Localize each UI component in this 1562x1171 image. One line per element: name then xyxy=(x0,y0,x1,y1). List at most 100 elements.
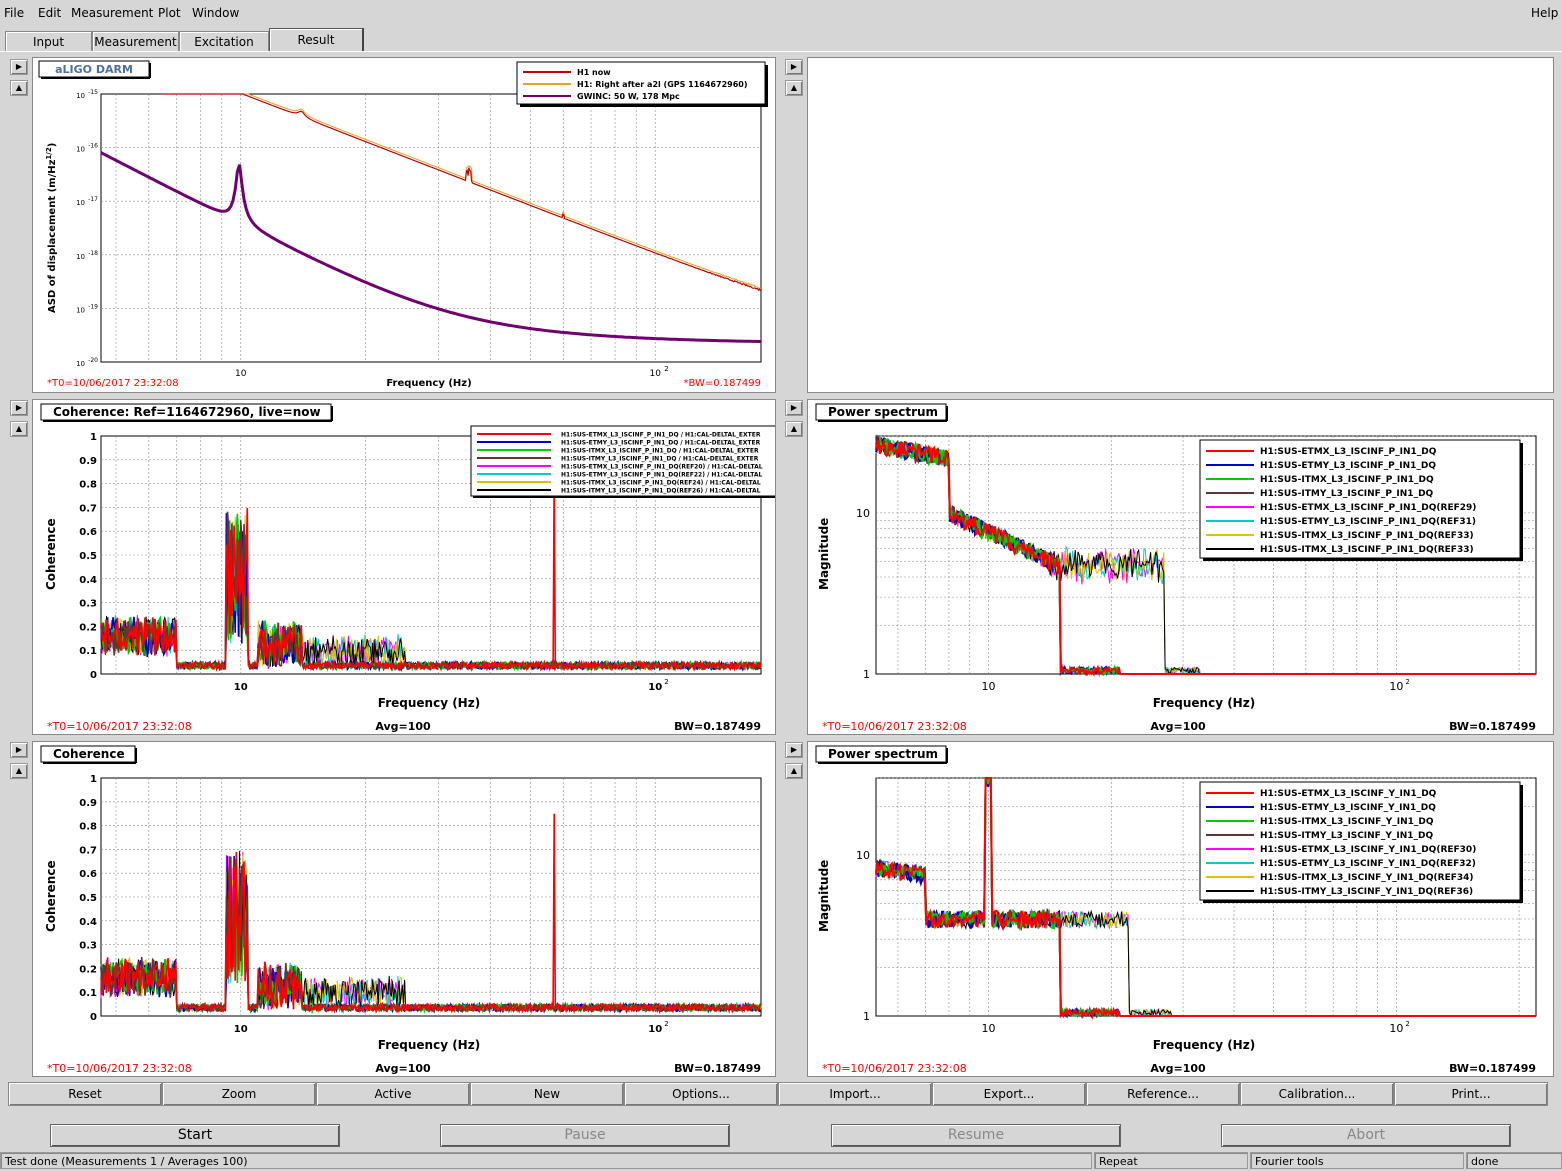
tab-excitation[interactable]: Excitation xyxy=(179,31,269,52)
legend-entry: H1:SUS-ITMY_L3_ISCINF_P_IN1_DQ(REF26) / … xyxy=(561,488,761,495)
legend-entry: H1:SUS-ITMY_L3_ISCINF_Y_IN1_DQ(REF36) xyxy=(1260,887,1473,897)
avg-label: Avg=100 xyxy=(1150,1062,1206,1075)
y-tick-exponent: -20 xyxy=(88,357,98,364)
legend-entry: H1:SUS-ETMX_L3_ISCINF_P_IN1_DQ / H1:CAL-… xyxy=(561,432,761,439)
legend-entry: H1 now xyxy=(577,68,611,77)
avg-label: Avg=100 xyxy=(1150,720,1206,733)
tab-measurement[interactable]: Measurement xyxy=(92,31,179,52)
pad4-prev-button[interactable]: ▲ xyxy=(785,421,803,437)
power-yaw-plot: 10110 10 2MagnitudeFrequency (Hz)*T0=10/06… xyxy=(815,745,1537,1075)
y-axis-label-end: ) xyxy=(47,143,58,148)
print-button[interactable]: Print... xyxy=(1394,1082,1548,1106)
coherence-pitch-plot: 10.90.80.70.60.50.40.30.20.1010 10 2Cohere… xyxy=(40,403,778,733)
legend-entry: H1:SUS-ETMY_L3_ISCINF_P_IN1_DQ / H1:CAL-… xyxy=(561,440,761,447)
panel-title: Coherence xyxy=(53,747,125,761)
y-tick-label: 0.8 xyxy=(79,822,97,833)
pad5-prev-button[interactable]: ▲ xyxy=(10,763,28,779)
pad2-prev-button[interactable]: ▲ xyxy=(785,80,803,96)
status-repeat: Repeat xyxy=(1094,1152,1248,1169)
pad-power-pitch[interactable]: 10 1 10 10 2 Magnitude Frequency (Hz) *T0=10/06… xyxy=(807,399,1554,735)
x-tick-label: 10 xyxy=(648,1024,662,1035)
menu-measurement[interactable]: Measurement xyxy=(71,6,153,20)
x-tick-exponent: 2 xyxy=(664,678,668,686)
calibration-button[interactable]: Calibration... xyxy=(1240,1082,1394,1106)
reference-button[interactable]: Reference... xyxy=(1086,1082,1240,1106)
y-tick-label: 0.5 xyxy=(79,893,97,904)
x-axis-label: Frequency (Hz) xyxy=(386,378,471,389)
abort-button[interactable]: Abort xyxy=(1221,1124,1511,1147)
t0-label: *T0=10/06/2017 23:32:08 xyxy=(822,720,967,733)
import-button[interactable]: Import... xyxy=(778,1082,932,1106)
y-tick-label: 0.7 xyxy=(79,845,97,856)
pad1-prev-button[interactable]: ▲ xyxy=(10,80,28,96)
export-button[interactable]: Export... xyxy=(932,1082,1086,1106)
t0-label: *T0=10/06/2017 23:32:08 xyxy=(47,378,179,389)
options-button[interactable]: Options... xyxy=(624,1082,778,1106)
menu-edit[interactable]: Edit xyxy=(38,6,61,20)
pad4-next-button[interactable]: ▶ xyxy=(785,400,803,416)
x-axis-label: Frequency (Hz) xyxy=(1153,696,1255,710)
pad5-next-button[interactable]: ▶ xyxy=(10,742,28,758)
pause-button[interactable]: Pause xyxy=(440,1124,730,1147)
x-tick-label: 10 xyxy=(1389,680,1403,693)
menu-file[interactable]: File xyxy=(4,6,24,20)
pad1-next-button[interactable]: ▶ xyxy=(10,59,28,75)
t0-label: *T0=10/06/2017 23:32:08 xyxy=(822,1062,967,1075)
y-tick-label: 0.7 xyxy=(79,503,97,514)
x-tick-label: 10 xyxy=(981,1022,995,1035)
legend-entry: H1:SUS-ETMX_L3_ISCINF_Y_IN1_DQ xyxy=(1260,789,1437,799)
status-message: Test done (Measurements 1 / Averages 100… xyxy=(0,1152,1092,1169)
new-button[interactable]: New xyxy=(470,1082,624,1106)
panel-title: Coherence: Ref=1164672960, live=now xyxy=(53,405,321,419)
reset-button[interactable]: Reset xyxy=(8,1082,162,1106)
coherence-yaw-plot: 10.90.80.70.60.50.40.30.20.1010 10 2Cohere… xyxy=(40,745,762,1075)
pad3-prev-button[interactable]: ▲ xyxy=(10,421,28,437)
pad3-next-button[interactable]: ▶ xyxy=(10,400,28,416)
y-tick-label: 0.8 xyxy=(79,480,97,491)
menu-help[interactable]: Help xyxy=(1531,6,1558,20)
pad-power-yaw[interactable]: 10 1 10 10 2 Magnitude Frequency (Hz) *T0=10/06… xyxy=(807,741,1554,1077)
y-tick-label: 0.6 xyxy=(79,869,97,880)
legend-entry: H1:SUS-ETMX_L3_ISCINF_P_IN1_DQ(REF29) xyxy=(1260,503,1476,513)
y-axis-label: ASD of displacement (m/Hz1/2) xyxy=(45,143,58,313)
resume-button[interactable]: Resume xyxy=(831,1124,1121,1147)
zoom-button[interactable]: Zoom xyxy=(162,1082,316,1106)
bw-label: *BW=0.187499 xyxy=(684,378,762,389)
pad6-next-button[interactable]: ▶ xyxy=(785,742,803,758)
x-tick-label: 10 xyxy=(234,682,248,693)
y-tick-label: 10 xyxy=(76,360,85,368)
y-tick-label: 0.3 xyxy=(79,941,97,952)
y-tick-exponent: -18 xyxy=(88,250,98,257)
x-tick-label: 10 xyxy=(649,369,661,379)
y-axis-label-sup: 1/2 xyxy=(45,147,53,159)
legend-entry: H1:SUS-ETMX_L3_ISCINF_P_IN1_DQ(REF20) / … xyxy=(561,464,763,471)
y-tick-label: 0.4 xyxy=(79,917,97,928)
y-tick-label: 0 xyxy=(90,670,97,681)
y-tick-exponent: -16 xyxy=(88,143,98,150)
pad-empty[interactable] xyxy=(807,57,1554,393)
active-button[interactable]: Active xyxy=(316,1082,470,1106)
x-tick-exponent: 2 xyxy=(664,1020,668,1028)
y-tick-label: 0.1 xyxy=(79,988,97,999)
start-button[interactable]: Start xyxy=(50,1124,340,1147)
darm-plot: 10 -1510 -1610 -1710 -1810 -1910 -2010 10 2ASD o… xyxy=(38,60,768,389)
pad6-prev-button[interactable]: ▲ xyxy=(785,763,803,779)
legend-entry: H1:SUS-ETMY_L3_ISCINF_Y_IN1_DQ(REF32) xyxy=(1260,859,1476,869)
tab-result[interactable]: Result xyxy=(269,28,364,52)
legend-entry: H1:SUS-ETMY_L3_ISCINF_P_IN1_DQ xyxy=(1260,461,1436,471)
pad-coherence-yaw[interactable]: 1 0.9 0.8 0.7 0.6 0.5 0.4 0.3 0.2 0.1 0 10 10 2 Cohere… xyxy=(32,741,776,1077)
legend-entry: GWINC: 50 W, 178 Mpc xyxy=(577,92,680,101)
menu-plot[interactable]: Plot xyxy=(158,6,181,20)
pad-coherence-pitch[interactable]: 1 0.9 0.8 0.7 0.6 0.5 0.4 0.3 0.2 0.1 0 10 10 2 Cohere… xyxy=(32,399,778,735)
y-tick-label: 0.6 xyxy=(79,527,97,538)
pad-darm[interactable]: 10 -15 10 -16 10 -17 10 -18 10 -19 10 -20 10 10 2 ASD o… xyxy=(32,57,776,393)
tab-input[interactable]: Input xyxy=(5,31,92,52)
y-tick-label: 1 xyxy=(90,774,97,785)
menu-window[interactable]: Window xyxy=(192,6,239,20)
pad2-next-button[interactable]: ▶ xyxy=(785,59,803,75)
y-tick-label: 1 xyxy=(90,432,97,443)
y-axis-label: Coherence xyxy=(44,518,58,590)
y-tick-label: 0.1 xyxy=(79,646,97,657)
y-tick-label: 10 xyxy=(76,92,85,100)
y-tick-exponent: -17 xyxy=(88,196,98,203)
